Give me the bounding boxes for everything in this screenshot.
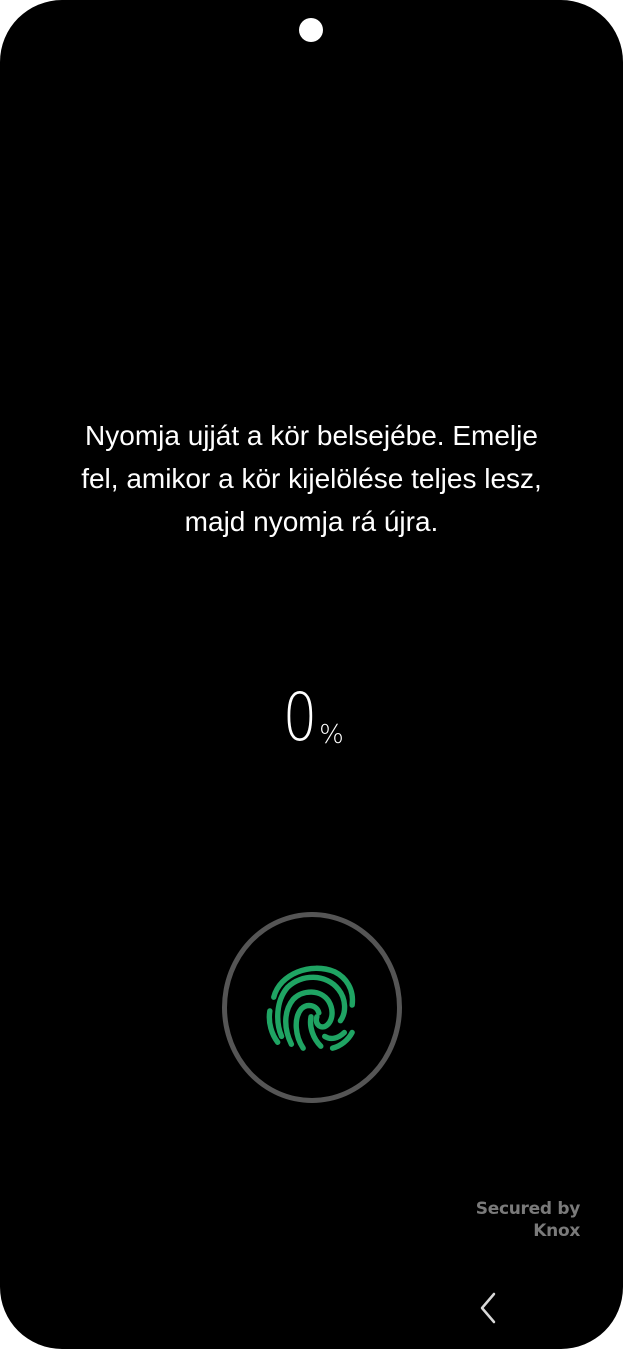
instruction-line-2: fel, amikor a kör kijelölése teljes lesz… (81, 463, 542, 494)
knox-line-1: Secured by (475, 1199, 581, 1219)
instruction-line-3: majd nyomja rá újra. (184, 506, 439, 537)
back-button[interactable] (470, 1288, 506, 1328)
instruction-text: Nyomja ujját a kör belsejébe. Emelje fel… (40, 414, 583, 543)
instruction-line-1: Nyomja ujját a kör belsejébe. Emelje (85, 420, 538, 451)
phone-screen: Nyomja ujját a kör belsejébe. Emelje fel… (0, 0, 623, 1349)
progress-unit: % (319, 720, 344, 750)
secured-by-knox-label: Secured by Knox (475, 1198, 581, 1242)
front-camera (299, 18, 323, 42)
progress-value: 0 (282, 679, 318, 756)
fingerprint-icon (266, 965, 356, 1051)
chevron-left-icon (480, 1292, 496, 1324)
knox-line-2: Knox (533, 1221, 580, 1241)
progress-indicator: 0% (0, 680, 623, 756)
